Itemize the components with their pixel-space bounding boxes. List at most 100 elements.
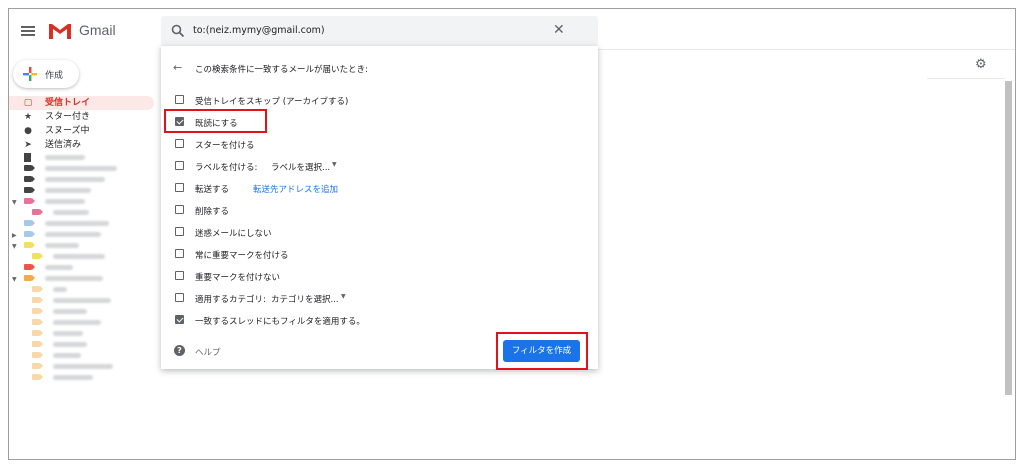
option-label: 常に重要マークを付ける xyxy=(195,251,289,261)
compose-label: 作成 xyxy=(45,71,64,81)
delete-checkbox[interactable] xyxy=(175,205,184,214)
option-label: 迷惑メールにしない xyxy=(195,229,272,239)
sidebar-label[interactable] xyxy=(9,295,154,306)
option-label: 適用するカテゴリ: xyxy=(195,295,266,305)
blurred-label-text xyxy=(53,353,81,358)
sidebar-label[interactable] xyxy=(9,251,154,262)
sidebar-label[interactable] xyxy=(9,372,154,383)
sidebar-label[interactable] xyxy=(9,185,154,196)
toolbar-divider xyxy=(927,78,1005,79)
option-category[interactable]: 適用するカテゴリ: カテゴリを選択... ▼ xyxy=(175,292,375,305)
search-input[interactable]: to:(neiz.mymy@gmail.com) xyxy=(193,25,325,36)
plus-icon xyxy=(23,67,37,81)
option-label: 一致するスレッドにもフィルタを適用する。 xyxy=(195,317,365,327)
search-bar[interactable]: to:(neiz.mymy@gmail.com) ✕ xyxy=(161,16,598,46)
category-select-dropdown[interactable]: カテゴリを選択... xyxy=(271,293,339,305)
sidebar-label[interactable] xyxy=(9,361,154,372)
sidebar-label[interactable] xyxy=(9,262,154,273)
sidebar-item-drafts[interactable] xyxy=(9,152,154,163)
option-label: ラベルを付ける: xyxy=(195,163,258,173)
blurred-label-text xyxy=(45,276,103,281)
label-tag-icon xyxy=(24,231,35,237)
sidebar-label[interactable]: ▼ xyxy=(9,196,154,207)
sidebar-item-label: スヌーズ中 xyxy=(45,126,90,136)
apply-to-matching-checkbox[interactable] xyxy=(175,315,184,324)
blurred-label-text xyxy=(45,221,109,226)
settings-gear-icon[interactable]: ⚙ xyxy=(975,57,987,72)
blurred-label-text xyxy=(45,243,79,248)
sidebar-label[interactable] xyxy=(9,339,154,350)
sidebar-item-label: 受信トレイ xyxy=(45,98,91,108)
sidebar-item-inbox[interactable]: ▢ 受信トレイ xyxy=(9,96,154,110)
gmail-logo-icon xyxy=(49,24,71,39)
sidebar-item-sent[interactable]: ➤ 送信済み xyxy=(9,138,154,152)
dropdown-arrow-icon[interactable]: ▼ xyxy=(341,293,346,300)
app-name: Gmail xyxy=(79,22,116,38)
never-spam-checkbox[interactable] xyxy=(175,227,184,236)
blurred-label-text xyxy=(45,199,85,204)
highlight-box-create-filter xyxy=(496,332,588,370)
label-tag-icon xyxy=(32,253,43,259)
back-arrow-icon[interactable]: ← xyxy=(173,61,182,74)
apply-label-checkbox[interactable] xyxy=(175,161,184,170)
dropdown-arrow-icon[interactable]: ▼ xyxy=(332,161,337,168)
blurred-label-text xyxy=(45,177,105,182)
draft-icon xyxy=(24,153,31,162)
star-checkbox[interactable] xyxy=(175,139,184,148)
sidebar-label[interactable] xyxy=(9,174,154,185)
never-important-checkbox[interactable] xyxy=(175,271,184,280)
option-label: 受信トレイをスキップ (アーカイブする) xyxy=(195,97,349,107)
always-important-checkbox[interactable] xyxy=(175,249,184,258)
search-icon[interactable] xyxy=(171,24,185,38)
main-menu-icon[interactable] xyxy=(21,26,35,36)
blurred-label-text xyxy=(45,188,91,193)
label-tag-icon xyxy=(24,275,35,281)
sidebar-nav: ▢ 受信トレイ ★ スター付き ● スヌーズ中 ➤ 送信済み ▼ ▶ ▼ ▼ xyxy=(9,96,154,383)
main-scrollbar[interactable] xyxy=(1005,81,1012,395)
sidebar-label[interactable] xyxy=(9,317,154,328)
gmail-window: Gmail 作成 ▢ 受信トレイ ★ スター付き ● スヌーズ中 ➤ 送信済み xyxy=(8,8,1016,460)
label-tag-icon xyxy=(24,198,35,204)
label-tag-icon xyxy=(32,308,43,314)
label-tag-icon xyxy=(24,242,35,248)
help-link[interactable]: ヘルプ xyxy=(195,346,221,358)
label-tag-icon xyxy=(24,176,35,182)
sidebar-label[interactable] xyxy=(9,306,154,317)
label-tag-icon xyxy=(32,297,43,303)
sidebar-label[interactable] xyxy=(9,350,154,361)
sidebar-label[interactable] xyxy=(9,163,154,174)
star-icon: ★ xyxy=(23,112,33,122)
sidebar-label[interactable] xyxy=(9,207,154,218)
label-tag-icon xyxy=(32,363,43,369)
blurred-label-text xyxy=(53,342,87,347)
sidebar-label[interactable]: ▼ xyxy=(9,273,154,284)
label-select-dropdown[interactable]: ラベルを選択... xyxy=(271,161,330,173)
blurred-label-text xyxy=(53,375,93,380)
blurred-label-text xyxy=(53,309,87,314)
option-label: 重要マークを付けない xyxy=(195,273,281,283)
label-tag-icon xyxy=(32,341,43,347)
label-tag-icon xyxy=(32,286,43,292)
filter-panel-title: この検索条件に一致するメールが届いたとき: xyxy=(195,65,368,75)
forward-checkbox[interactable] xyxy=(175,183,184,192)
label-tag-icon xyxy=(24,220,35,226)
sidebar-label[interactable] xyxy=(9,328,154,339)
label-tag-icon xyxy=(32,330,43,336)
add-forwarding-address-link[interactable]: 転送先アドレスを追加 xyxy=(253,183,338,195)
category-checkbox[interactable] xyxy=(175,293,184,302)
clear-search-icon[interactable]: ✕ xyxy=(553,22,565,38)
option-apply-label[interactable]: ラベルを付ける: ラベルを選択... ▼ xyxy=(175,160,375,173)
compose-button[interactable]: 作成 xyxy=(13,60,79,88)
help-icon[interactable]: ? xyxy=(174,345,185,356)
option-forward[interactable]: 転送する 転送先アドレスを追加 xyxy=(175,182,375,195)
send-icon: ➤ xyxy=(24,140,32,150)
blurred-label-text xyxy=(45,232,101,237)
sidebar-label[interactable] xyxy=(9,218,154,229)
sidebar-label[interactable]: ▼ xyxy=(9,240,154,251)
sidebar-item-starred[interactable]: ★ スター付き xyxy=(9,110,154,124)
sidebar-label[interactable]: ▶ xyxy=(9,229,154,240)
sidebar-label[interactable] xyxy=(9,284,154,295)
label-tag-icon xyxy=(32,209,43,215)
skip-inbox-checkbox[interactable] xyxy=(175,95,184,104)
sidebar-item-snoozed[interactable]: ● スヌーズ中 xyxy=(9,124,154,138)
